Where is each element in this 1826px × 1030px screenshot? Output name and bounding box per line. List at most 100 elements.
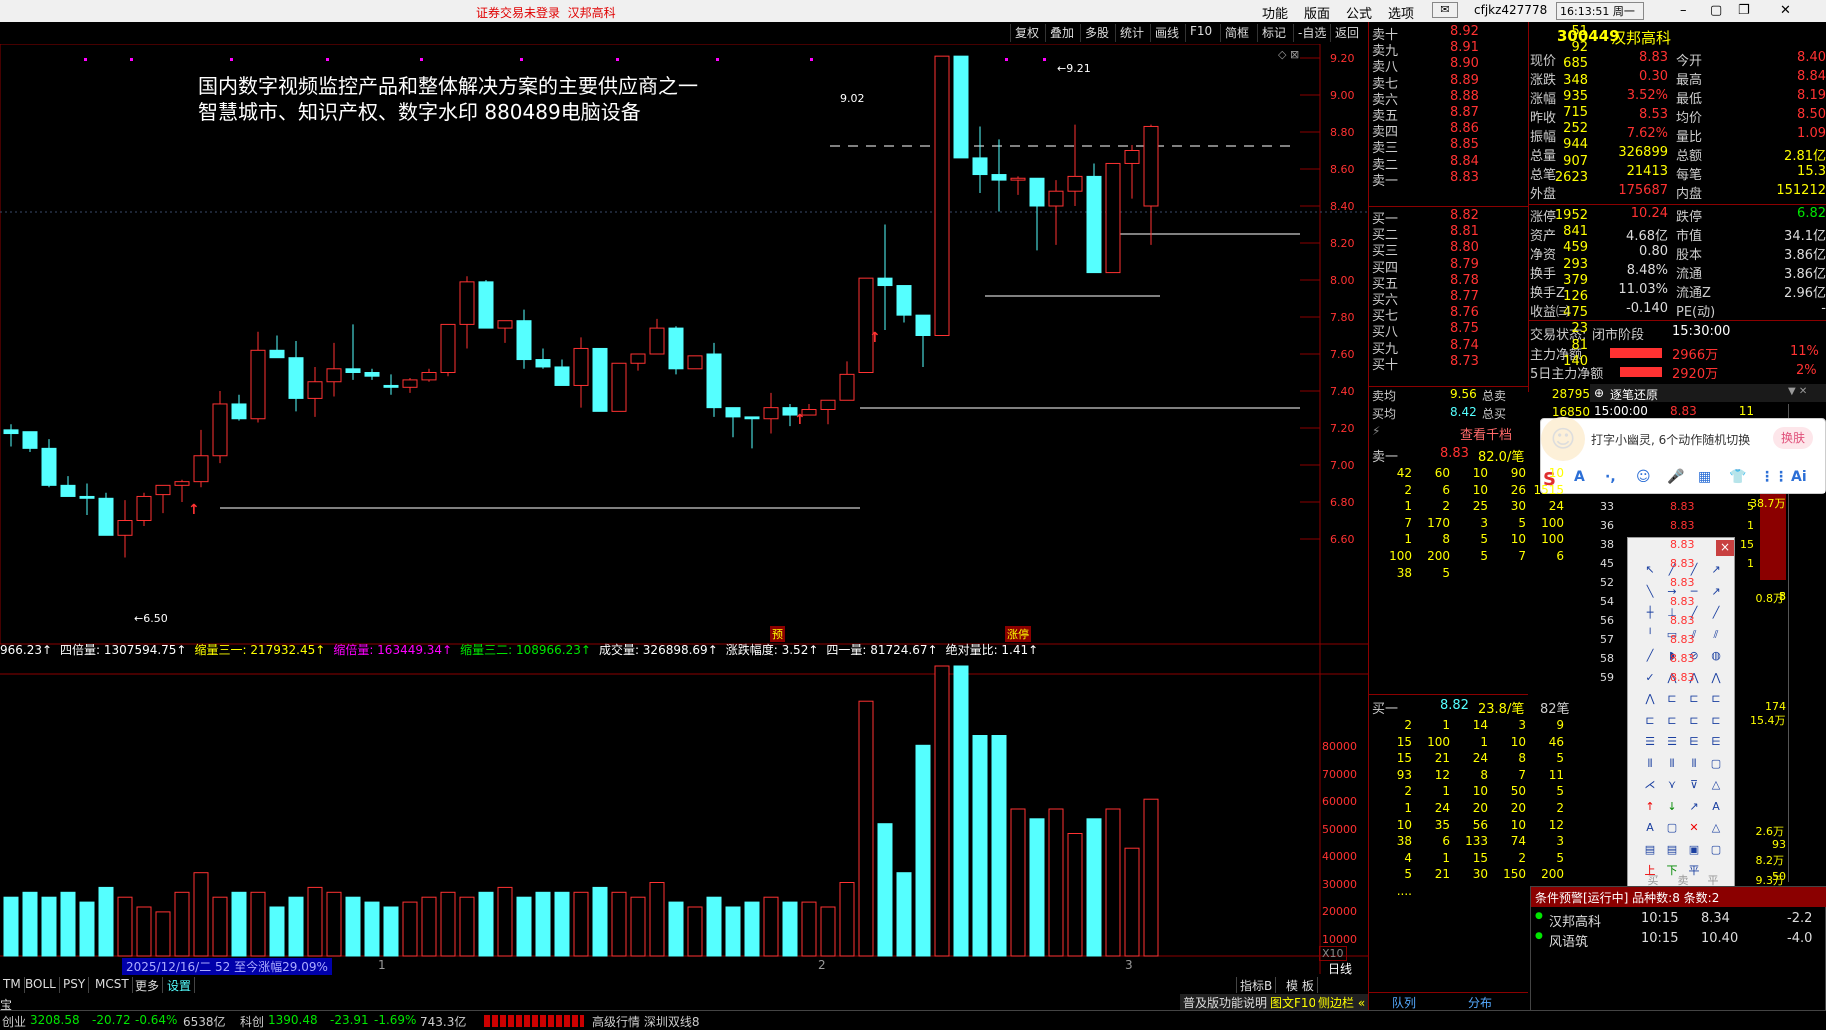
btn-f10[interactable]: F10	[1185, 24, 1216, 42]
draw-tool-icon[interactable]: △	[1708, 777, 1724, 793]
draw-tool-icon[interactable]: ╲	[1642, 584, 1658, 600]
draw-tool-icon[interactable]: ▢	[1664, 820, 1680, 836]
btn-stats[interactable]: 统计	[1115, 24, 1148, 42]
draw-tool-icon[interactable]: ▣	[1686, 842, 1702, 858]
draw-tool-icon[interactable]: ┼	[1642, 605, 1658, 621]
mail-icon[interactable]: ✉	[1432, 2, 1458, 18]
draw-tool-icon[interactable]: ▢	[1708, 756, 1724, 772]
btn-simple-frame[interactable]: 简框	[1220, 24, 1253, 42]
idx2-name[interactable]: 科创	[240, 1013, 264, 1030]
draw-tool-icon[interactable]: ⊏	[1708, 691, 1724, 707]
btn-template[interactable]: 模 板	[1283, 977, 1318, 993]
draw-tool-icon[interactable]: ⊏	[1642, 713, 1658, 729]
draw-tool-icon[interactable]: ▢	[1708, 842, 1724, 858]
draw-tool-icon[interactable]: ⫴	[1686, 756, 1702, 772]
diamond-icon[interactable]: ◇ ⊠	[1278, 48, 1299, 61]
draw-tool-icon[interactable]: ⫴	[1642, 756, 1658, 772]
draw-tool-icon[interactable]: ◍	[1708, 648, 1724, 664]
draw-tool-icon[interactable]: ↗	[1686, 799, 1702, 815]
btn-watchlist[interactable]: -自选	[1293, 24, 1330, 42]
draw-tool-icon[interactable]: ⊏	[1686, 691, 1702, 707]
draw-tool-icon[interactable]: ✕	[1686, 820, 1702, 836]
ime-bar-item[interactable]: 👕	[1729, 469, 1746, 485]
draw-tool-icon[interactable]: ⋎	[1664, 777, 1680, 793]
draw-tool-icon[interactable]: ⊏	[1686, 713, 1702, 729]
ime-bar-item[interactable]: ⋮⋮	[1760, 469, 1788, 485]
tab-tm[interactable]: TM	[0, 977, 25, 993]
btn-draw[interactable]: 画线	[1150, 24, 1183, 42]
draw-tool-icon[interactable]: ⋌	[1642, 777, 1658, 793]
minimize-icon[interactable]: –	[1680, 3, 1687, 18]
btn-back[interactable]: 返回	[1330, 24, 1363, 42]
ime-switch-skin[interactable]: 换肤	[1773, 427, 1813, 449]
login-warning[interactable]: 证券交易未登录 汉邦高科	[476, 4, 616, 21]
draw-tool-icon[interactable]: ╱	[1708, 605, 1724, 621]
maximize-icon[interactable]: ▢	[1710, 3, 1722, 18]
sidebar-toggle[interactable]: 侧边栏 «	[1315, 994, 1369, 1011]
username[interactable]: cfjkz427778	[1474, 3, 1547, 17]
menu-function[interactable]: 功能	[1262, 3, 1288, 22]
draw-tool-icon[interactable]: ⊏	[1664, 691, 1680, 707]
draw-tool-icon[interactable]: ↑	[1642, 799, 1658, 815]
menu-layout[interactable]: 版面	[1304, 3, 1330, 22]
draw-tool-icon[interactable]: A	[1642, 820, 1658, 836]
alert-row[interactable]: ● 汉邦高科 10:15 8.34 -2.2	[1531, 909, 1826, 930]
draw-tool-palette[interactable]: × ↖ ╱ ╱ ↗ ╲ → ─ ↗ ┼ ⊥ ╱ ╱ ╵ ▭ ⫽ ⫽ ╱ ◗ ⊘ ◍ ✓ ⋀ ⋀ ⋀ ⋀ ⊏ ⊏ ⊏ ⊏ ⊏ ⊏ ⊏ ☰ ☰ ⋿ ⋿ ⫴ ⫴…	[1627, 537, 1735, 891]
tab-boll[interactable]: BOLL	[22, 977, 60, 993]
menu-options[interactable]: 选项	[1388, 3, 1414, 22]
alert-panel[interactable]: 条件预警[运行中] 品种数:8 条数:2 ● 汉邦高科 10:15 8.34 -2.2 ●…	[1530, 886, 1826, 1029]
draw-tool-icon[interactable]: ☰	[1664, 734, 1680, 750]
period-label[interactable]: 日线	[1328, 960, 1352, 977]
draw-tool-icon[interactable]: ⊏	[1664, 713, 1680, 729]
draw-tool-icon[interactable]: ▤	[1664, 842, 1680, 858]
draw-tool-icon[interactable]: ↗	[1708, 584, 1724, 600]
draw-tool-icon[interactable]: ▤	[1642, 842, 1658, 858]
draw-tool-icon[interactable]: ⫽	[1708, 627, 1724, 643]
tab-distribution[interactable]: 分布	[1468, 994, 1492, 1011]
kline-chart[interactable]: ↑ ↑ ↑	[0, 44, 1368, 974]
btn-indicator-b[interactable]: 指标B	[1236, 977, 1277, 993]
ime-bar-item[interactable]: 🎤	[1667, 469, 1684, 485]
draw-tool-icon[interactable]: ⋀	[1708, 670, 1724, 686]
draw-tool-icon[interactable]: ✓	[1642, 670, 1658, 686]
ime-bar-item[interactable]: ▦	[1698, 469, 1711, 485]
draw-tool-icon[interactable]: ⊏	[1708, 713, 1724, 729]
btn-multi-stock[interactable]: 多股	[1080, 24, 1113, 42]
tab-queue[interactable]: 队列	[1392, 994, 1416, 1011]
alert-row[interactable]: ● 风语筑 10:15 10.40 -4.0	[1531, 929, 1826, 950]
close-icon[interactable]: ✕	[1780, 3, 1791, 18]
draw-tool-icon[interactable]: ⊽	[1686, 777, 1702, 793]
tab-psy[interactable]: PSY	[60, 977, 90, 993]
btn-mark[interactable]: 标记	[1257, 24, 1290, 42]
ime-bar-item[interactable]: Ai	[1791, 469, 1807, 485]
feed-status[interactable]: 高级行情 深圳双线8	[592, 1013, 699, 1030]
tab-mcst[interactable]: MCST	[92, 977, 133, 993]
draw-tool-icon[interactable]: △	[1708, 820, 1724, 836]
draw-tool-icon[interactable]: ⋿	[1708, 734, 1724, 750]
ime-bar-item[interactable]: ☺	[1636, 469, 1651, 485]
draw-tool-icon[interactable]: ╵	[1642, 627, 1658, 643]
draw-tool-icon[interactable]: ↗	[1708, 562, 1724, 578]
help-link[interactable]: 普及版功能说明	[1180, 994, 1271, 1011]
ime-bar-item[interactable]: A	[1574, 469, 1585, 485]
btn-overlay[interactable]: 叠加	[1045, 24, 1078, 42]
f10-link[interactable]: 图文F10	[1267, 994, 1320, 1011]
ime-bar-item[interactable]: ·,	[1605, 469, 1616, 485]
tab-settings[interactable]: 设置	[164, 977, 196, 993]
ime-tip-popup[interactable]: ☺ 打字小幽灵, 6个动作随机切换 换肤 S A ·, ☺ 🎤 ▦ 👕 ⋮⋮ Ai	[1540, 417, 1826, 494]
view-depth-link[interactable]: 查看千档	[1460, 424, 1512, 443]
draw-tool-icon[interactable]: ↖	[1642, 562, 1658, 578]
draw-tool-icon[interactable]: ☰	[1642, 734, 1658, 750]
restore-icon[interactable]: ❐	[1738, 3, 1750, 18]
draw-tool-icon[interactable]: ⋿	[1686, 734, 1702, 750]
draw-tool-icon[interactable]: ↓	[1664, 799, 1680, 815]
tab-more[interactable]: 更多	[132, 977, 164, 993]
btn-restore-rights[interactable]: 复权	[1010, 24, 1043, 42]
draw-tool-icon[interactable]: ⫴	[1664, 756, 1680, 772]
idx1-name[interactable]: 创业	[2, 1013, 26, 1030]
ticks-expand-icon[interactable]: ⊕	[1594, 386, 1604, 400]
draw-tool-icon[interactable]: ╱	[1642, 648, 1658, 664]
draw-tool-icon[interactable]: A	[1708, 799, 1724, 815]
menu-formula[interactable]: 公式	[1346, 3, 1372, 22]
draw-tool-icon[interactable]: ⋀	[1642, 691, 1658, 707]
